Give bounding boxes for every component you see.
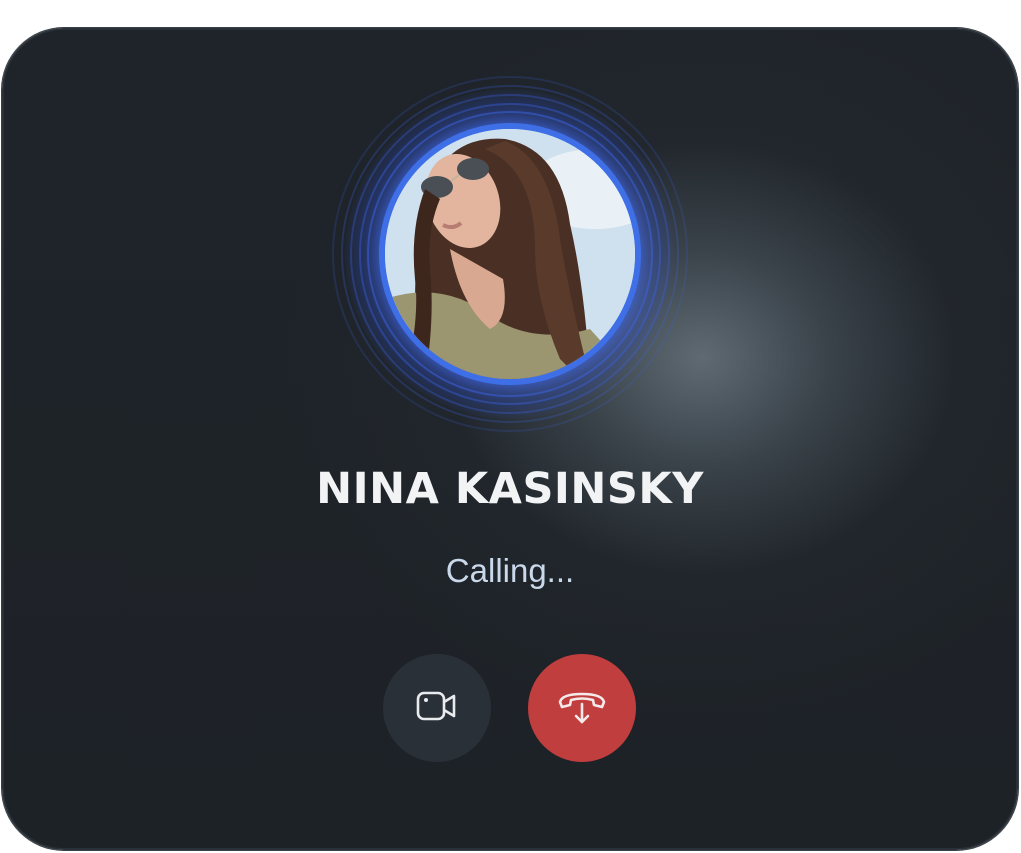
call-card: NINA KASINSKY Calling... — [2, 28, 1018, 850]
contact-name: NINA KASINSKY — [316, 464, 704, 514]
call-status: Calling... — [445, 552, 575, 589]
video-call-button[interactable] — [383, 654, 491, 762]
end-call-button[interactable] — [528, 654, 636, 762]
video-camera-icon — [415, 689, 459, 728]
hang-up-phone-icon — [556, 684, 608, 733]
avatar-container — [330, 74, 690, 434]
avatar-photo — [385, 129, 635, 379]
